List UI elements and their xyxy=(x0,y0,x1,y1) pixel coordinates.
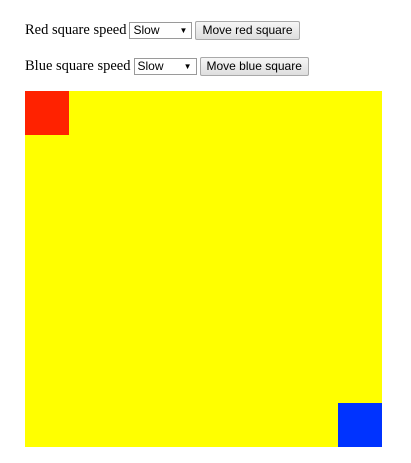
red-speed-value: Slow xyxy=(133,22,160,37)
blue-controls-row: Blue square speed Slow ▼ Move blue squar… xyxy=(25,55,309,77)
yellow-arena xyxy=(25,91,382,447)
blue-speed-label: Blue square speed xyxy=(25,58,131,74)
blue-speed-value: Slow xyxy=(137,58,164,73)
red-speed-select[interactable]: Slow ▼ xyxy=(129,21,193,39)
red-square xyxy=(25,91,69,135)
chevron-down-icon: ▼ xyxy=(179,25,188,35)
blue-speed-select[interactable]: Slow ▼ xyxy=(133,57,197,75)
chevron-down-icon: ▼ xyxy=(183,61,192,71)
red-speed-label: Red square speed xyxy=(25,22,127,38)
move-blue-square-button[interactable]: Move blue square xyxy=(199,56,309,76)
blue-square xyxy=(338,403,382,447)
move-red-square-button[interactable]: Move red square xyxy=(195,20,300,40)
red-controls-row: Red square speed Slow ▼ Move red square xyxy=(25,19,300,41)
